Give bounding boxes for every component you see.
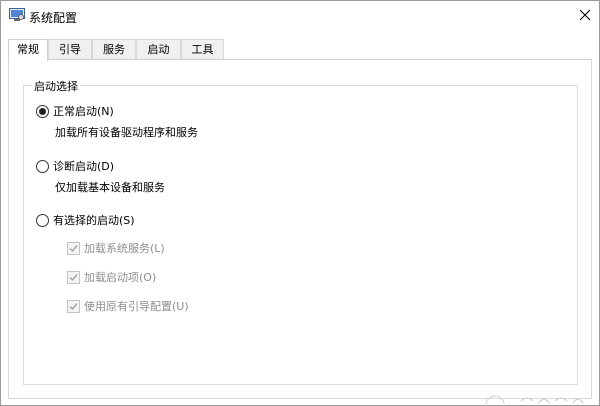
selective-startup-radio[interactable]: 有选择的启动(S) [36,212,135,228]
close-button[interactable] [572,2,598,28]
use-original-boot-config-checkbox[interactable]: 使用原有引导配置(U) [67,298,189,314]
msconfig-icon [9,8,25,22]
normal-startup-radio[interactable]: 正常启动(N) [36,103,114,119]
tab-startup[interactable]: 启动 [136,39,181,60]
startup-selection-group: 启动选择 正常启动(N) 加载所有设备驱动程序和服务 诊断启动(D) 仅加载基本… [23,78,578,385]
window-title: 系统配置 [29,11,78,25]
tab-boot[interactable]: 引导 [48,39,92,60]
tab-services[interactable]: 服务 [92,39,136,60]
checkbox-label: 加载系统服务(L) [84,242,165,255]
radio-selected-icon [36,104,49,118]
checkbox-label: 加载启动项(O) [84,271,157,284]
radio-label: 有选择的启动(S) [53,214,135,227]
diagnostic-startup-radio[interactable]: 诊断启动(D) [36,158,114,174]
normal-startup-description: 加载所有设备驱动程序和服务 [55,126,198,139]
radio-label: 诊断启动(D) [53,160,115,173]
close-icon [579,9,591,21]
general-tab-panel: 启动选择 正常启动(N) 加载所有设备驱动程序和服务 诊断启动(D) 仅加载基本… [8,59,592,399]
radio-unselected-icon [36,213,49,227]
checkmark-icon [67,270,80,284]
checkbox-label: 使用原有引导配置(U) [84,300,189,313]
title-bar: 系统配置 [1,1,599,31]
checkmark-icon [67,241,80,255]
system-configuration-window: 系统配置 常规 引导 服务 启动 工具 启动选择 正常启动(N) 加载所有设备驱… [0,0,600,406]
radio-label: 正常启动(N) [53,105,114,118]
load-startup-items-checkbox[interactable]: 加载启动项(O) [67,269,156,285]
watermark-logo [481,391,600,406]
load-system-services-checkbox[interactable]: 加载系统服务(L) [67,240,165,256]
group-label: 启动选择 [31,78,81,94]
tab-general[interactable]: 常规 [8,39,48,61]
diagnostic-startup-description: 仅加载基本设备和服务 [55,181,165,194]
radio-unselected-icon [36,159,49,173]
checkmark-icon [67,299,80,313]
tab-tools[interactable]: 工具 [181,39,224,60]
